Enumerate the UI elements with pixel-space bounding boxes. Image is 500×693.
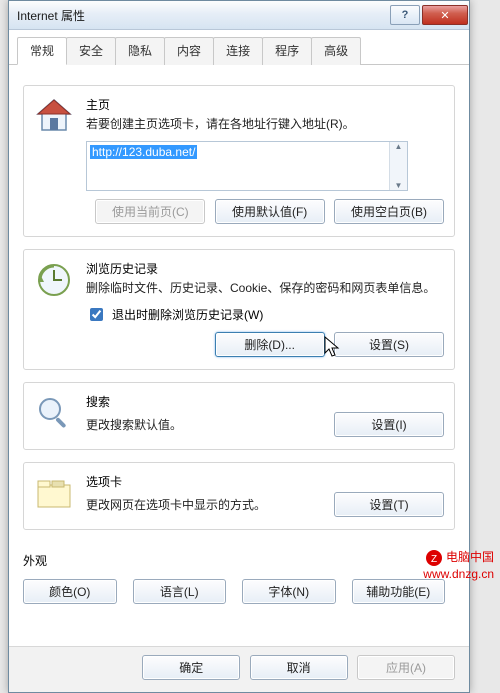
group-tabs: 选项卡 更改网页在选项卡中显示的方式。 设置(T) [23, 462, 455, 530]
tab-content[interactable]: 内容 [164, 37, 214, 65]
colors-button[interactable]: 颜色(O) [23, 579, 117, 604]
search-settings-button[interactable]: 设置(I) [334, 412, 444, 437]
group-tabs-legend: 选项卡 [86, 475, 122, 489]
group-appearance-legend: 外观 [23, 554, 47, 568]
cancel-button[interactable]: 取消 [250, 655, 348, 680]
watermark-line2: www.dnzg.cn [423, 567, 494, 581]
watermark-line1: 电脑中国 [446, 551, 494, 565]
tab-general[interactable]: 常规 [17, 37, 67, 65]
group-homepage: 主页 若要创建主页选项卡，请在各地址行键入地址(R)。 http://123.d… [23, 85, 455, 237]
help-button[interactable]: ? [390, 5, 420, 25]
group-search-legend: 搜索 [86, 395, 110, 409]
ok-button[interactable]: 确定 [142, 655, 240, 680]
tabs-icon [34, 473, 74, 513]
dialog-window: Internet 属性 ? ✕ 常规 安全 隐私 内容 连接 程序 高级 主页 … [8, 0, 470, 693]
close-button[interactable]: ✕ [422, 5, 468, 25]
group-appearance: 外观 颜色(O) 语言(L) 字体(N) 辅助功能(E) [23, 542, 455, 620]
home-icon [34, 96, 74, 136]
homepage-url-value: http://123.duba.net/ [90, 145, 197, 159]
delete-on-exit-checkbox[interactable]: 退出时删除浏览历史记录(W) [86, 305, 444, 324]
history-description: 删除临时文件、历史记录、Cookie、保存的密码和网页表单信息。 [86, 279, 444, 297]
homepage-url-input[interactable]: http://123.duba.net/ ▲▼ [86, 141, 408, 191]
history-settings-button[interactable]: 设置(S) [334, 332, 444, 357]
group-homepage-legend: 主页 [86, 98, 110, 112]
tab-security[interactable]: 安全 [66, 37, 116, 65]
fonts-button[interactable]: 字体(N) [242, 579, 336, 604]
tab-connections[interactable]: 连接 [213, 37, 263, 65]
tab-panel-general: 主页 若要创建主页选项卡，请在各地址行键入地址(R)。 http://123.d… [9, 65, 469, 646]
svg-text:Z: Z [431, 554, 437, 565]
apply-button: 应用(A) [357, 655, 455, 680]
dialog-footer: 确定 取消 应用(A) [9, 646, 469, 692]
window-title: Internet 属性 [17, 7, 389, 24]
title-bar[interactable]: Internet 属性 ? ✕ [9, 1, 469, 30]
delete-on-exit-input[interactable] [90, 308, 103, 321]
languages-button[interactable]: 语言(L) [133, 579, 227, 604]
watermark-logo-icon: Z [425, 549, 443, 567]
search-description: 更改搜索默认值。 [86, 416, 182, 434]
tab-programs[interactable]: 程序 [262, 37, 312, 65]
search-icon [34, 393, 74, 433]
delete-on-exit-label: 退出时删除浏览历史记录(W) [112, 306, 263, 323]
history-icon [34, 260, 74, 300]
homepage-description: 若要创建主页选项卡，请在各地址行键入地址(R)。 [86, 115, 444, 133]
tabs-settings-button[interactable]: 设置(T) [334, 492, 444, 517]
tab-strip: 常规 安全 隐私 内容 连接 程序 高级 [9, 30, 469, 65]
use-current-button: 使用当前页(C) [95, 199, 205, 224]
use-blank-button[interactable]: 使用空白页(B) [334, 199, 444, 224]
delete-button[interactable]: 删除(D)... [215, 332, 325, 357]
group-history-legend: 浏览历史记录 [86, 262, 158, 276]
use-default-button[interactable]: 使用默认值(F) [215, 199, 325, 224]
scroll-down-icon[interactable]: ▼ [395, 181, 403, 190]
tab-advanced[interactable]: 高级 [311, 37, 361, 65]
tabs-description: 更改网页在选项卡中显示的方式。 [86, 496, 266, 514]
tab-privacy[interactable]: 隐私 [115, 37, 165, 65]
scroll-up-icon[interactable]: ▲ [395, 142, 403, 151]
scrollbar[interactable]: ▲▼ [389, 142, 407, 190]
group-search: 搜索 更改搜索默认值。 设置(I) [23, 382, 455, 450]
watermark: Z 电脑中国 www.dnzg.cn [423, 549, 494, 583]
group-history: 浏览历史记录 删除临时文件、历史记录、Cookie、保存的密码和网页表单信息。 … [23, 249, 455, 370]
